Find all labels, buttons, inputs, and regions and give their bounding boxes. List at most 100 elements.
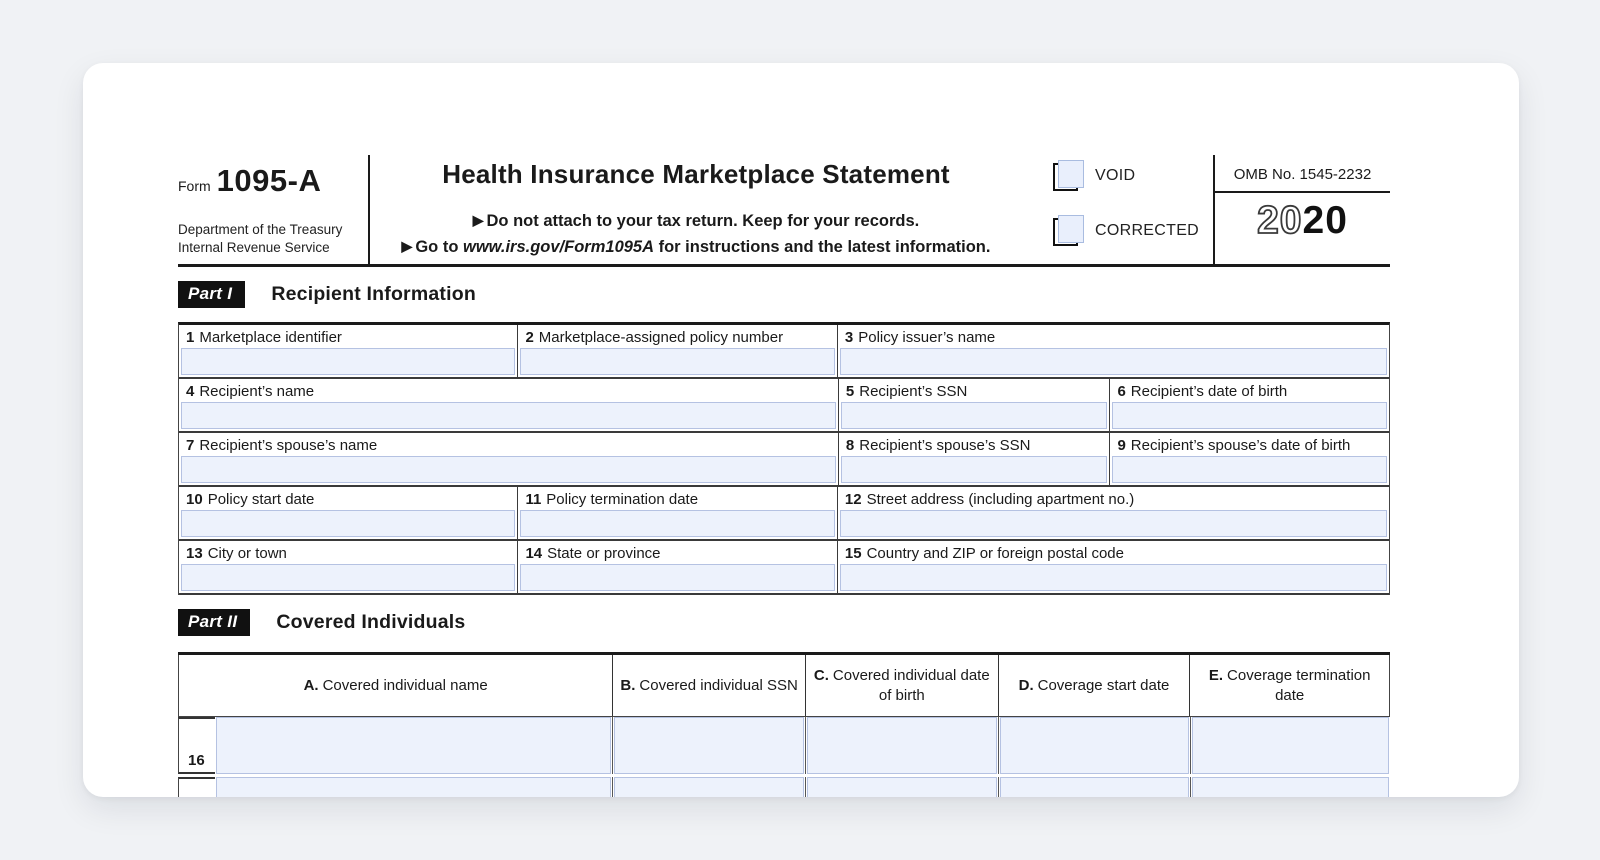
field-11-policy-termination-date: 11Policy termination date: [517, 487, 836, 539]
field-6-input[interactable]: [1112, 402, 1387, 429]
field-10-input[interactable]: [181, 510, 515, 537]
row-next-col-b-cell: [612, 777, 805, 797]
field-4-recipient-name: 4Recipient’s name: [179, 379, 838, 431]
row-next-col-a-cell: [215, 777, 612, 797]
irs-url: www.irs.gov/Form1095A: [463, 238, 654, 256]
field-9-spouse-dob: 9Recipient’s spouse’s date of birth: [1109, 433, 1389, 485]
covered-individual-row-next: [178, 777, 1390, 797]
form-card: Form 1095-A Department of the Treasury I…: [83, 63, 1519, 797]
field-14-input[interactable]: [520, 564, 834, 591]
field-8-input[interactable]: [841, 456, 1108, 483]
field-5-input[interactable]: [841, 402, 1108, 429]
field-5-recipient-ssn: 5Recipient’s SSN: [838, 379, 1110, 431]
part1-table: 1Marketplace identifier 2Marketplace-ass…: [178, 322, 1390, 595]
row-16-number-cell: 16: [178, 717, 215, 774]
field-1-input[interactable]: [181, 348, 515, 375]
checkbox-fill-field[interactable]: [1058, 215, 1084, 243]
form-number-block: Form 1095-A Department of the Treasury I…: [178, 155, 370, 264]
col-e-header: E.Coverage termination date: [1189, 655, 1389, 716]
field-15-country-zip: 15Country and ZIP or foreign postal code: [837, 541, 1389, 593]
form-1095a: Form 1095-A Department of the Treasury I…: [178, 155, 1390, 797]
part1-title: Recipient Information: [271, 283, 476, 306]
row-16-col-d-cell: [998, 717, 1190, 774]
field-12-input[interactable]: [840, 510, 1387, 537]
field-2-policy-number: 2Marketplace-assigned policy number: [517, 325, 836, 377]
field-15-input[interactable]: [840, 564, 1387, 591]
col-a-header: A.Covered individual name: [179, 655, 612, 716]
tax-year: 2020: [1215, 199, 1390, 243]
covered-individual-row-16: 16: [178, 717, 1390, 774]
part2-table: A.Covered individual name B.Covered indi…: [178, 652, 1390, 797]
field-10-policy-start-date: 10Policy start date: [179, 487, 517, 539]
row-next-ssn-input[interactable]: [614, 777, 804, 797]
row-next-col-c-cell: [805, 777, 998, 797]
col-b-header: B.Covered individual SSN: [612, 655, 805, 716]
part2-header: Part II Covered Individuals: [178, 608, 1390, 637]
row-16-number: 16: [188, 752, 205, 769]
field-13-input[interactable]: [181, 564, 515, 591]
col-d-header: D.Coverage start date: [998, 655, 1190, 716]
instruction-line-2: ▶Go to www.irs.gov/Form1095A for instruc…: [370, 238, 1022, 257]
checkbox-fill-field[interactable]: [1058, 160, 1084, 188]
field-2-input[interactable]: [520, 348, 834, 375]
row-next-dob-input[interactable]: [807, 777, 997, 797]
form-number: 1095-A: [217, 163, 322, 199]
field-4-input[interactable]: [181, 402, 836, 429]
row-16-col-a-cell: [215, 717, 612, 774]
corrected-checkbox[interactable]: [1053, 215, 1086, 247]
part1-badge: Part I: [178, 281, 245, 308]
void-corrected-block: VOID CORRECTED: [1022, 155, 1213, 264]
row-16-col-b-cell: [612, 717, 805, 774]
row-16-ssn-input[interactable]: [614, 717, 804, 774]
form-word: Form: [178, 178, 211, 194]
void-checkbox[interactable]: [1053, 160, 1086, 192]
row-next-termination-date-input[interactable]: [1192, 777, 1389, 797]
row-next-number-cell: [178, 777, 215, 797]
part2-badge: Part II: [178, 609, 250, 636]
field-3-policy-issuer-name: 3Policy issuer’s name: [837, 325, 1389, 377]
row-16-col-e-cell: [1190, 717, 1390, 774]
pointer-icon: ▶: [402, 238, 413, 254]
form-header: Form 1095-A Department of the Treasury I…: [178, 155, 1390, 267]
omb-number: OMB No. 1545-2232: [1215, 155, 1390, 183]
dept-line-2: Internal Revenue Service: [178, 239, 342, 257]
part1-row-3: 7Recipient’s spouse’s name 8Recipient’s …: [179, 433, 1389, 487]
dept-line-1: Department of the Treasury: [178, 221, 342, 239]
field-6-recipient-dob: 6Recipient’s date of birth: [1109, 379, 1389, 431]
form-title: Health Insurance Marketplace Statement: [370, 159, 1022, 190]
part1-row-1: 1Marketplace identifier 2Marketplace-ass…: [179, 325, 1389, 379]
field-12-street-address: 12Street address (including apartment no…: [837, 487, 1389, 539]
row-next-col-e-cell: [1190, 777, 1390, 797]
part2-column-headers: A.Covered individual name B.Covered indi…: [178, 655, 1390, 717]
pointer-icon: ▶: [473, 212, 484, 228]
omb-year-block: OMB No. 1545-2232 2020: [1213, 155, 1390, 264]
field-7-spouse-name: 7Recipient’s spouse’s name: [179, 433, 838, 485]
omb-divider: [1215, 191, 1390, 193]
field-1-marketplace-identifier: 1Marketplace identifier: [179, 325, 517, 377]
field-8-spouse-ssn: 8Recipient’s spouse’s SSN: [838, 433, 1110, 485]
col-c-header: C.Covered individual date of birth: [805, 655, 998, 716]
row-next-name-input[interactable]: [216, 777, 611, 797]
part1-row-5: 13City or town 14State or province 15Cou…: [179, 541, 1389, 595]
void-label: VOID: [1095, 167, 1135, 185]
row-16-termination-date-input[interactable]: [1192, 717, 1389, 774]
row-16-col-c-cell: [805, 717, 998, 774]
field-9-input[interactable]: [1112, 456, 1387, 483]
instruction-line-1: ▶Do not attach to your tax return. Keep …: [370, 212, 1022, 231]
row-next-start-date-input[interactable]: [1000, 777, 1189, 797]
row-16-dob-input[interactable]: [807, 717, 997, 774]
field-3-input[interactable]: [840, 348, 1387, 375]
part1-header: Part I Recipient Information: [178, 280, 1390, 309]
row-16-name-input[interactable]: [216, 717, 611, 774]
field-13-city-or-town: 13City or town: [179, 541, 517, 593]
field-7-input[interactable]: [181, 456, 836, 483]
row-16-start-date-input[interactable]: [1000, 717, 1189, 774]
form-title-block: Health Insurance Marketplace Statement ▶…: [370, 155, 1022, 264]
field-14-state-or-province: 14State or province: [517, 541, 836, 593]
part1-row-2: 4Recipient’s name 5Recipient’s SSN 6Reci…: [179, 379, 1389, 433]
corrected-label: CORRECTED: [1095, 222, 1199, 240]
part2-title: Covered Individuals: [276, 611, 465, 634]
part1-row-4: 10Policy start date 11Policy termination…: [179, 487, 1389, 541]
field-11-input[interactable]: [520, 510, 834, 537]
row-next-col-d-cell: [998, 777, 1190, 797]
